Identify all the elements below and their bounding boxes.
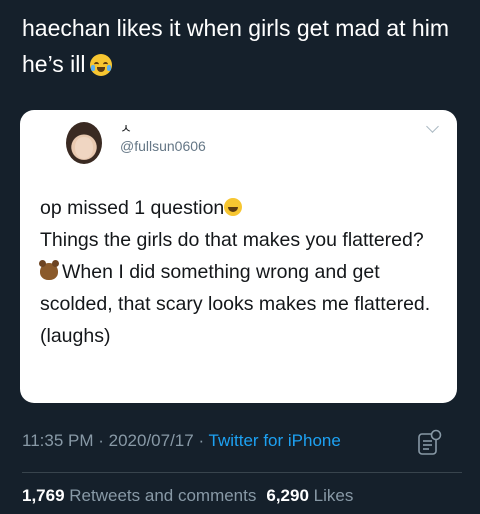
tweet-stats: 1,769 Retweets and comments 6,290 Likes xyxy=(22,486,353,506)
meta-separator-2: · xyxy=(193,431,209,450)
tweet-text: haechan likes it when girls get mad at h… xyxy=(22,10,462,82)
quoted-line-3-text: When I did something wrong and get scold… xyxy=(40,261,431,347)
quoted-line-1-text: op missed 1 question xyxy=(40,197,225,219)
chevron-down-icon[interactable] xyxy=(426,120,439,133)
laughing-face-icon xyxy=(224,198,243,216)
avatar[interactable] xyxy=(66,122,102,164)
tweet-time: 11:35 PM xyxy=(22,431,94,450)
tweet-meta: 11:35 PM · 2020/07/17 · Twitter for iPho… xyxy=(22,431,341,451)
tweet-text-content: haechan likes it when girls get mad at h… xyxy=(22,15,449,77)
likes-label: Likes xyxy=(313,486,354,505)
tweet-date: 2020/07/17 xyxy=(108,431,194,450)
quoted-tweet-card[interactable]: ㅅ @fullsun0606 op missed 1 question Thin… xyxy=(20,110,457,403)
likes-stat[interactable]: 6,290 Likes xyxy=(266,486,353,505)
quoted-author-handle[interactable]: @fullsun0606 xyxy=(120,138,206,154)
quoted-line-1: op missed 1 question xyxy=(40,192,445,224)
bear-icon xyxy=(39,260,59,280)
loudly-crying-face-icon xyxy=(89,54,112,76)
likes-count: 6,290 xyxy=(266,486,309,505)
tweet-source-link[interactable]: Twitter for iPhone xyxy=(209,431,341,450)
divider xyxy=(22,472,462,473)
retweets-stat[interactable]: 1,769 Retweets and comments xyxy=(22,486,256,505)
retweets-count: 1,769 xyxy=(22,486,65,505)
quoted-author-name: ㅅ xyxy=(120,121,132,136)
quoted-line-3: When I did something wrong and get scold… xyxy=(39,256,445,352)
quoted-tweet-body: op missed 1 question Things the girls do… xyxy=(39,192,445,352)
quoted-line-2: Things the girls do that makes you flatt… xyxy=(40,229,424,251)
retweets-label: Retweets and comments xyxy=(69,486,257,505)
meta-separator: · xyxy=(93,431,109,450)
analytics-icon[interactable] xyxy=(417,428,443,456)
